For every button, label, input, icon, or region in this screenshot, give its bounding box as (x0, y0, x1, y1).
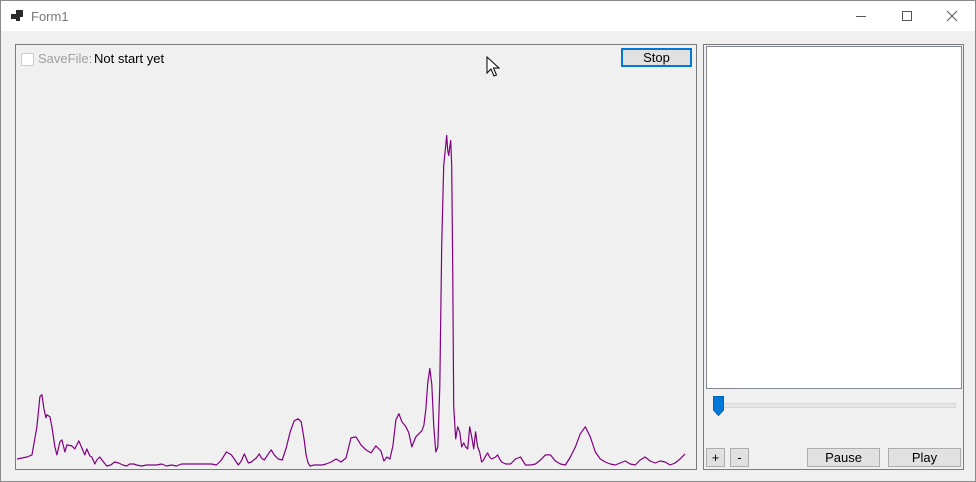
main-window: Form1 SaveFile: Not start yet Stop + - P… (0, 0, 976, 482)
slider-track[interactable] (718, 403, 956, 408)
maximize-button[interactable] (884, 1, 930, 31)
spectrum-panel: SaveFile: Not start yet Stop (15, 44, 697, 470)
side-panel: + - Pause Play (703, 44, 964, 470)
pause-button[interactable]: Pause (807, 448, 880, 467)
close-button[interactable] (929, 1, 975, 31)
mouse-cursor-icon (486, 56, 500, 77)
savefile-checkbox[interactable] (21, 53, 34, 66)
window-title: Form1 (31, 9, 69, 24)
play-button[interactable]: Play (888, 448, 961, 467)
plus-button[interactable]: + (706, 448, 725, 467)
maximize-icon (902, 11, 912, 21)
output-listbox[interactable] (706, 46, 962, 389)
title-bar[interactable]: Form1 (1, 1, 975, 31)
spectrum-line (16, 134, 686, 467)
minus-button[interactable]: - (730, 448, 749, 467)
app-icon (11, 10, 23, 22)
spectrum-chart (16, 134, 686, 467)
savefile-label[interactable]: SaveFile: (38, 51, 92, 66)
minimize-button[interactable] (838, 1, 884, 31)
slider-thumb[interactable] (713, 396, 724, 416)
minimize-icon (856, 16, 866, 17)
close-icon (946, 10, 958, 22)
stop-button[interactable]: Stop (621, 48, 692, 67)
status-text: Not start yet (94, 51, 165, 66)
